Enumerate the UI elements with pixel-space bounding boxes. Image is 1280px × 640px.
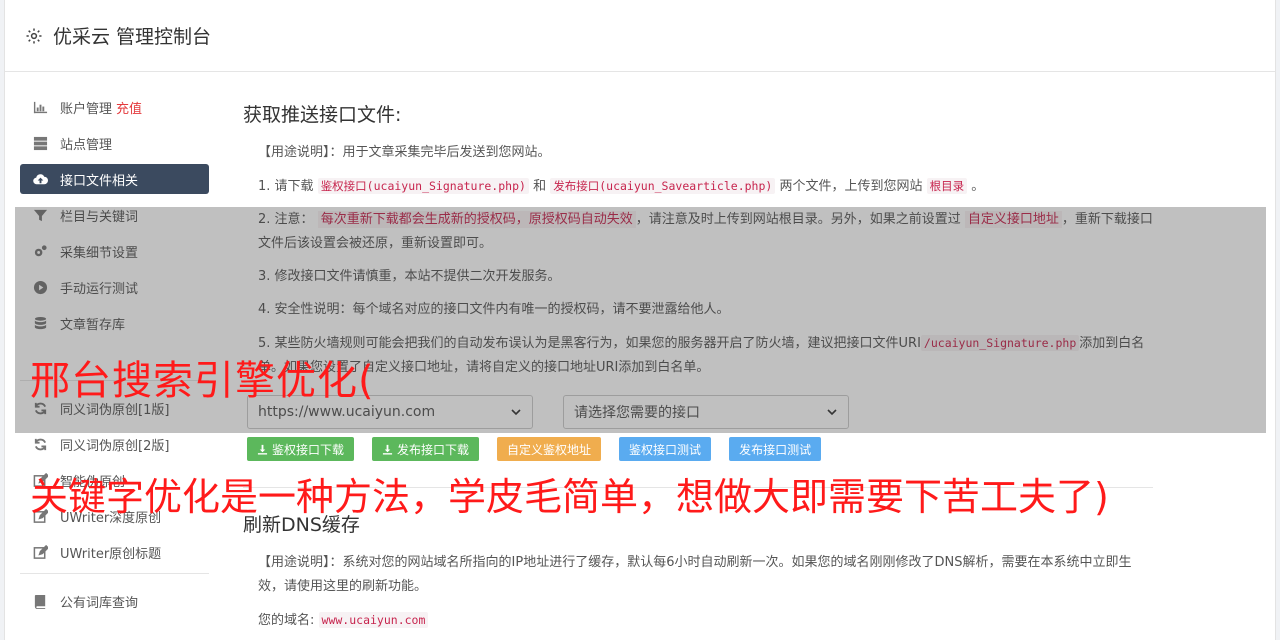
button-row: 鉴权接口下载 发布接口下载 自定义鉴权地址 鉴权接口测试 发布接口测试: [243, 437, 1153, 461]
button-label: 发布接口测试: [739, 442, 812, 457]
sidebar-item-public-thesaurus[interactable]: 公有词库查询: [20, 586, 209, 616]
dns-usage-note: 【用途说明】：系统对您的网站域名所指向的IP地址进行了缓存，默认每6小时自动刷新…: [243, 551, 1153, 599]
download-publish-button[interactable]: 发布接口下载: [372, 437, 480, 461]
sidebar-item-uwriter-title[interactable]: UWriter原创标题: [20, 537, 209, 567]
refresh-icon: [32, 436, 48, 452]
overlay-caption-line2: 关键字优化是一种方法，学皮毛简单，想做大即需要下苦工夫了): [30, 475, 1109, 519]
code-publish-file: 发布接口(ucaiyun_Savearticle.php): [550, 178, 776, 194]
sidebar-item-label: 公有词库查询: [60, 595, 139, 611]
server-icon: [32, 135, 48, 151]
usage-label: 【用途说明】: [258, 555, 330, 570]
sidebar-item-sites[interactable]: 站点管理: [20, 128, 209, 158]
page-title: 优采云 管理控制台: [53, 26, 212, 48]
download-icon: [382, 444, 393, 455]
sidebar-item-interface-files[interactable]: 接口文件相关: [20, 164, 209, 194]
top-bar: 优采云 管理控制台: [5, 0, 1275, 72]
book-icon: [32, 593, 48, 609]
test-publish-button[interactable]: 发布接口测试: [729, 437, 822, 461]
step-text: 。: [971, 179, 985, 194]
sidebar-divider: [20, 573, 209, 574]
step-text: 1. 请下载: [258, 179, 314, 194]
custom-auth-button[interactable]: 自定义鉴权地址: [497, 437, 602, 461]
edit-icon: [32, 544, 48, 560]
cloud-upload-icon: [32, 171, 48, 187]
sidebar-item-label: 站点管理: [60, 137, 113, 153]
button-label: 鉴权接口下载: [272, 442, 345, 457]
bar-chart-icon: [32, 99, 48, 115]
domain-row: 您的域名: www.ucaiyun.com: [243, 608, 1153, 633]
domain-label: 您的域名:: [258, 613, 315, 628]
overlay-caption-line1: 邢台搜索引擎优化(: [30, 358, 375, 404]
code-auth-file: 鉴权接口(ucaiyun_Signature.php): [317, 178, 529, 194]
step-1: 1. 请下载 鉴权接口(ucaiyun_Signature.php) 和 发布接…: [243, 174, 1153, 199]
usage-text: ：系统对您的网站域名所指向的IP地址进行了缓存，默认每6小时自动刷新一次。如果您…: [258, 555, 1132, 594]
usage-text: ：用于文章采集完毕后发送到您网站。: [329, 145, 551, 160]
domain-value: www.ucaiyun.com: [318, 612, 429, 628]
button-label: 发布接口下载: [397, 442, 470, 457]
usage-label: 【用途说明】: [258, 145, 330, 160]
sidebar-item-label: 账户管理: [60, 101, 113, 117]
sidebar-item-label: 同义词伪原创[2版]: [60, 438, 170, 454]
sidebar-item-label: 接口文件相关: [60, 173, 139, 189]
step-text: 两个文件，上传到您网站: [779, 179, 923, 194]
download-auth-button[interactable]: 鉴权接口下载: [247, 437, 355, 461]
section-title-push-files: 获取推送接口文件:: [243, 104, 402, 126]
usage-note: 【用途说明】：用于文章采集完毕后发送到您网站。: [243, 141, 1153, 165]
button-label: 自定义鉴权地址: [507, 442, 592, 457]
button-label: 鉴权接口测试: [629, 442, 702, 457]
sidebar-item-synonym-v2[interactable]: 同义词伪原创[2版]: [20, 429, 209, 459]
code-root-dir: 根目录: [926, 178, 968, 194]
download-icon: [257, 444, 268, 455]
step-text: 和: [533, 179, 547, 194]
gear-icon: [26, 28, 42, 43]
sidebar-item-account[interactable]: 账户管理 充值: [20, 92, 209, 122]
sidebar-item-label: UWriter原创标题: [60, 546, 162, 562]
recharge-link[interactable]: 充值: [116, 98, 142, 117]
test-auth-button[interactable]: 鉴权接口测试: [619, 437, 712, 461]
